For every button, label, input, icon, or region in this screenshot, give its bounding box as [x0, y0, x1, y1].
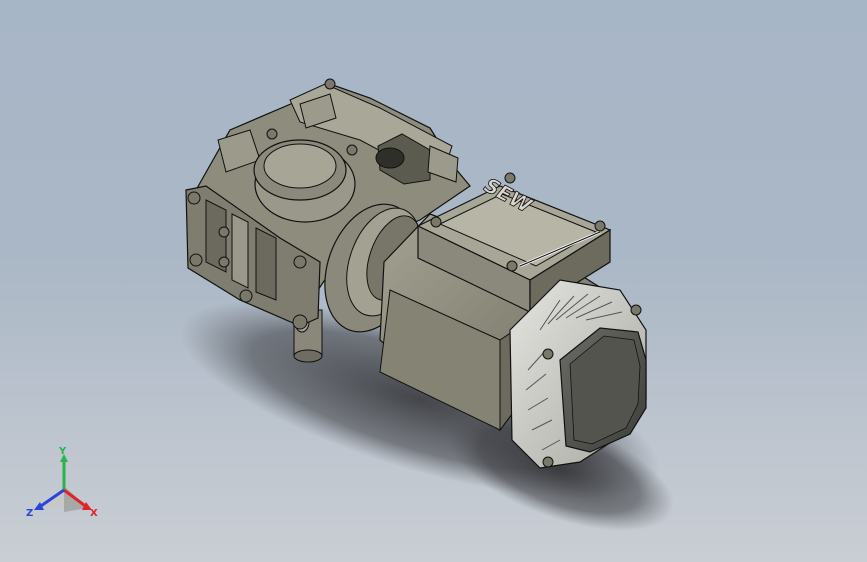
- cad-viewport[interactable]: SEW Y X Z: [0, 0, 867, 562]
- x-axis-label: X: [90, 508, 98, 519]
- y-axis-label: Y: [58, 446, 67, 457]
- z-axis-label: Z: [26, 508, 33, 519]
- view-orientation-triad[interactable]: Y X Z: [22, 446, 106, 526]
- gearmotor-3d-model[interactable]: SEW: [0, 0, 867, 562]
